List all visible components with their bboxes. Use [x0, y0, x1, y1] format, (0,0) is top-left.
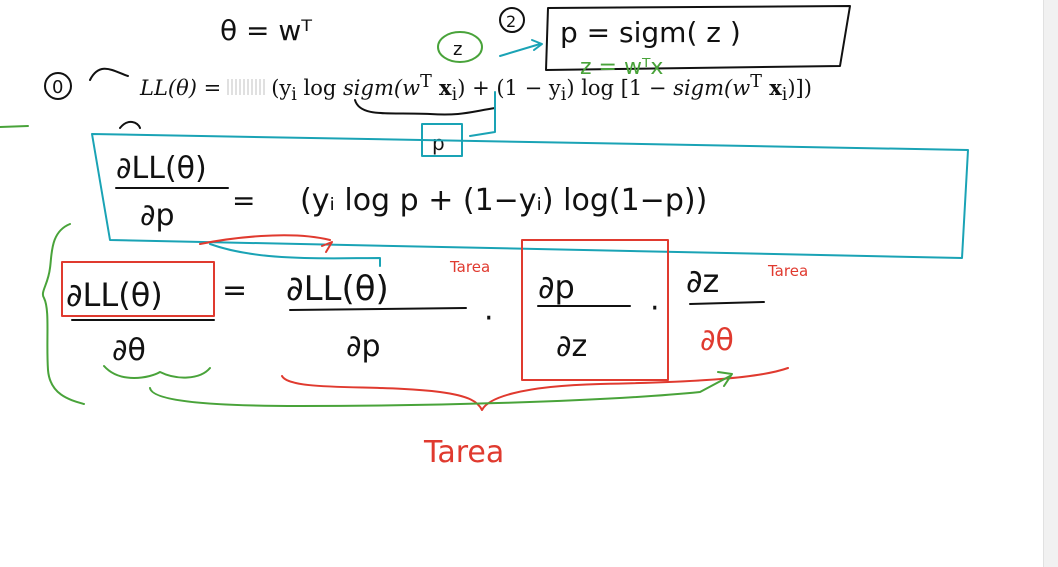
equals-sign-1: = — [232, 184, 255, 217]
circle-zero-label: 0 — [52, 77, 63, 98]
factor3-denominator: ∂θ — [700, 323, 734, 358]
green-left-brace — [41, 223, 85, 405]
small-arrow-curl — [119, 121, 141, 129]
formula-sum-placeholder — [227, 79, 266, 95]
log-likelihood-in-p: (yᵢ log p + (1−yᵢ) log(1−p)) — [300, 183, 707, 218]
theta-equals-wt: θ = wᵀ — [220, 14, 312, 47]
whiteboard-canvas: LL(θ) = (yi log sigm(wT xi) + (1 − yi) l… — [0, 0, 1058, 567]
left-green-tick — [0, 125, 29, 128]
factor3-numerator: ∂z — [686, 262, 719, 300]
dLL-dp-numerator: ∂LL(θ) — [116, 151, 207, 186]
fraction-bar-3 — [289, 307, 467, 311]
dot-2: · — [650, 291, 660, 326]
factor2-red-box — [521, 239, 669, 381]
factor1-numerator: ∂LL(θ) — [286, 269, 389, 309]
dLL-dtheta-denominator: ∂θ — [112, 333, 146, 368]
derivative-wrt-p-box — [91, 133, 969, 259]
factor2-denominator: ∂z — [556, 329, 587, 364]
formula-term: (yi log sigm(wT xi) + (1 − yi) log [1 − … — [271, 72, 812, 106]
teal-hook — [209, 243, 381, 267]
tarea-label-bottom: Tarea — [423, 435, 504, 470]
red-arrow-top-head — [321, 241, 333, 253]
lhs-red-box — [61, 261, 215, 317]
equals-sign-2: = — [222, 273, 247, 308]
z-label: z — [453, 39, 462, 60]
factor1-denominator: ∂p — [346, 329, 381, 364]
page-edge-strip — [1043, 0, 1058, 567]
p-definition: p = sigm( z ) — [560, 16, 741, 49]
formula-lhs: LL(θ) = — [140, 76, 222, 100]
green-arrow-head — [717, 371, 733, 387]
red-arrow-top — [199, 234, 331, 245]
log-likelihood-formula: LL(θ) = (yi log sigm(wT xi) + (1 − yi) l… — [140, 72, 812, 106]
teal-arrow-head — [531, 39, 543, 51]
circle-marker-zero — [44, 72, 72, 100]
green-underline-loop — [103, 365, 211, 379]
z-ellipse — [437, 31, 483, 63]
tarea-label-2: Tarea — [767, 262, 808, 280]
dLL-dtheta-numerator: ∂LL(θ) — [66, 276, 163, 314]
p-label: p — [432, 131, 445, 155]
circle-marker-two — [499, 7, 525, 33]
p-box — [421, 123, 463, 157]
teal-arrow — [499, 43, 541, 57]
arrow-stroke — [89, 67, 129, 81]
circle-two-label: 2 — [506, 12, 516, 31]
green-bottom-line — [149, 375, 731, 407]
tarea-label-1: Tarea — [449, 258, 490, 276]
dot-1: · — [484, 301, 494, 336]
factor2-numerator: ∂p — [538, 268, 575, 306]
red-underbrace — [281, 367, 789, 411]
dLL-dp-denominator: ∂p — [140, 198, 175, 233]
sigmoid-box — [545, 5, 851, 71]
fraction-bar-5 — [689, 301, 765, 305]
